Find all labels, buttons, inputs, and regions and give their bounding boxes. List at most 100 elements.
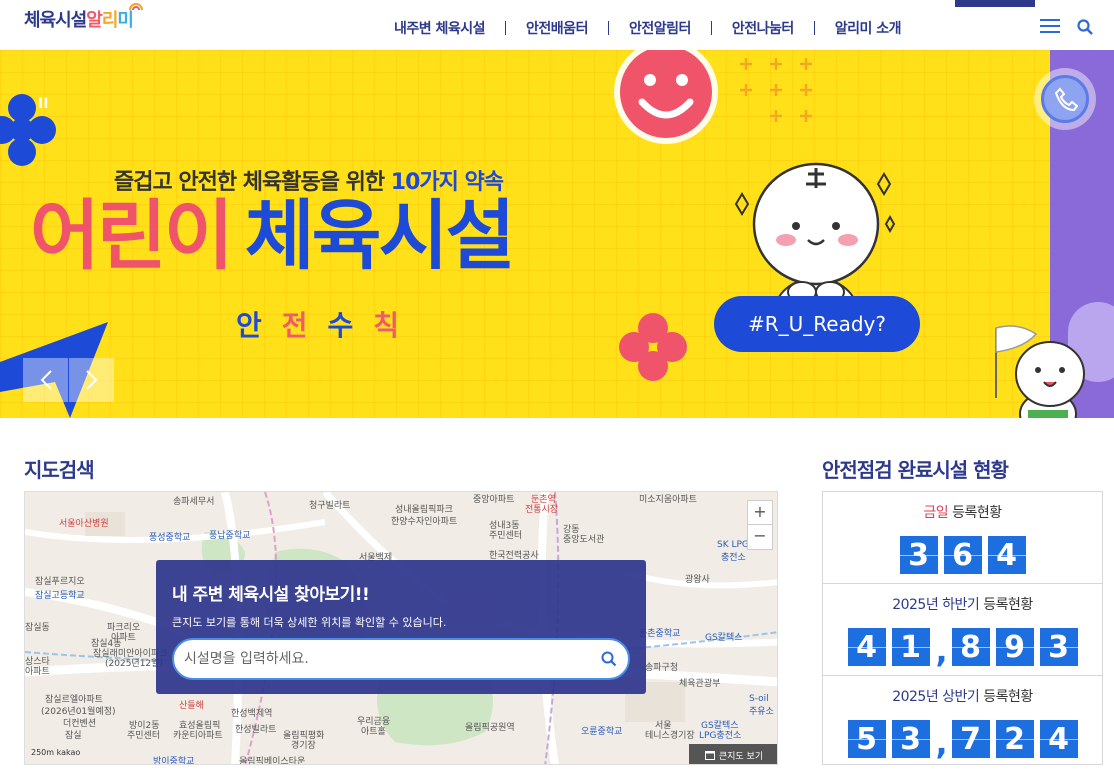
nav-item-about-alimi[interactable]: 알리미 소개: [821, 18, 915, 38]
map-search-title: 지도검색: [24, 458, 95, 482]
nav-item-safety-sharing[interactable]: 안전나눔터: [718, 18, 808, 38]
map-place-label: 전통시장: [525, 505, 559, 515]
stat-label-highlight: 금일: [923, 505, 949, 521]
map-place-label: 테니스경기장: [645, 731, 695, 741]
map-place-label: 한성백제역: [231, 709, 273, 719]
map-place-label: 잠실동: [25, 623, 50, 633]
nav-divider: [505, 21, 507, 35]
map-place-label: 올림픽베이스타운: [239, 757, 306, 765]
map-place-label: 서울아산병원: [59, 519, 109, 529]
stat-label: 2025년 상반기 등록현황: [823, 686, 1102, 706]
stat-digit: 1: [891, 628, 930, 666]
map-place-label: 주민센터: [489, 531, 523, 541]
map-provider-logo: kakao: [56, 748, 81, 757]
stat-label: 금일 등록현황: [823, 502, 1102, 522]
zoom-in-button[interactable]: +: [748, 501, 772, 525]
stat-digit: 4: [987, 536, 1026, 574]
logo-main-text: 체육시설: [24, 10, 87, 31]
map-scale-value: 250m: [31, 748, 55, 757]
nav-divider: [710, 21, 712, 35]
nav-divider: [813, 21, 815, 35]
nav-item-safety-notice[interactable]: 안전알림터: [615, 18, 705, 38]
nav-divider: [607, 21, 609, 35]
map-zoom-control: + −: [747, 500, 773, 550]
slide-prev-button[interactable]: [23, 358, 68, 402]
stat-digit: 3: [1039, 628, 1078, 666]
map-place-label: 아트홀: [361, 727, 386, 737]
ready-hashtag-pill: #R_U_Ready?: [714, 296, 920, 352]
site-header: 체육시설알리미 내주변 체육시설 안전배움터 안전알림터 안전나눔터 알리미 소…: [0, 0, 1114, 50]
hamburger-icon[interactable]: [1040, 19, 1060, 35]
stat-label-highlight: 2025년 하반기: [892, 597, 980, 613]
search-panel-description: 큰지도 보기를 통해 더욱 상세한 위치를 확인할 수 있습니다.: [172, 616, 447, 629]
stat-digit: 6: [943, 536, 982, 574]
stat-label-rest: 등록현황: [948, 505, 1002, 521]
tiger-flag-mascot-illustration: [995, 325, 1085, 418]
logo-char: 알: [86, 10, 103, 31]
main-nav: 내주변 체육시설 안전배움터 안전알림터 안전나눔터 알리미 소개: [380, 18, 915, 38]
map-place-label: 중앙도서관: [563, 535, 605, 545]
search-icon[interactable]: [1076, 18, 1094, 36]
logo-char: 리: [101, 10, 119, 31]
stat-comma: ,: [935, 632, 948, 670]
clover-icon: [619, 313, 687, 381]
map-place-label: 주유소: [749, 707, 774, 717]
stat-label-highlight: 2025년 상반기: [892, 689, 980, 705]
banner-title: 어린이 체육시설: [30, 198, 515, 274]
slide-next-button[interactable]: [69, 358, 114, 402]
chevron-right-icon: [85, 370, 97, 390]
map-place-label: 송파구청: [645, 663, 679, 673]
nav-item-safety-learning[interactable]: 안전배움터: [512, 18, 602, 38]
stat-digit: 8: [951, 628, 990, 666]
stat-digit: 2: [995, 720, 1034, 758]
banner-rules-text: 안전수칙: [236, 304, 419, 344]
logo-char: 미: [117, 10, 134, 31]
map-place-label: 잠실푸르지오: [35, 577, 85, 587]
map-place-label: 오륜중학교: [581, 727, 623, 737]
map-place-label: (2025년12월): [105, 659, 163, 669]
call-button[interactable]: [1034, 68, 1096, 130]
map-place-label: 한성빌라트: [235, 725, 277, 735]
map-place-label: 풍납중학교: [209, 531, 251, 541]
view-large-map-button[interactable]: 큰지도 보기: [689, 744, 777, 764]
map-place-label: 충전소: [721, 553, 746, 563]
rules-char: 수: [327, 309, 374, 342]
title-part-children: 어린이: [30, 191, 234, 280]
site-logo[interactable]: 체육시설알리미: [24, 6, 134, 32]
search-panel-title: 내 주변 체육시설 찾아보기!!: [172, 585, 370, 605]
map-place-label: SK LPG: [717, 540, 749, 550]
rules-char: 안: [236, 309, 282, 342]
map-place-label: 경기장: [291, 741, 316, 751]
map-place-label: GS칼텍스: [705, 633, 743, 643]
map-place-label: 아파트: [25, 667, 50, 677]
search-icon[interactable]: [600, 650, 618, 668]
map-place-label: LPG충전소: [699, 731, 742, 741]
plus-pattern: [740, 58, 812, 122]
rules-char: 칙: [373, 309, 420, 342]
map-place-label: 잠실: [65, 731, 82, 741]
map-place-label: 주민센터: [127, 731, 161, 741]
stat-digit: 3: [891, 720, 930, 758]
stat-row-second-half: 2025년 하반기 등록현황 41,893: [823, 584, 1102, 676]
zoom-out-button[interactable]: −: [748, 525, 772, 549]
stat-comma: ,: [935, 724, 948, 762]
stat-digit: 7: [951, 720, 990, 758]
logo-alimi-text: 알리미: [86, 10, 134, 31]
map-place-label: 체육관광부: [679, 679, 721, 689]
nav-item-nearby-facilities[interactable]: 내주변 체육시설: [380, 18, 499, 38]
chevron-left-icon: [40, 370, 52, 390]
map-place-label: 중앙아파트: [473, 495, 515, 505]
map-place-label: 잠실고등학교: [35, 591, 85, 601]
map-place-label: 광왕사: [685, 575, 710, 585]
stat-digits: 53,724: [823, 720, 1102, 762]
view-large-map-label: 큰지도 보기: [718, 751, 764, 762]
stat-label-rest: 등록현황: [979, 597, 1033, 613]
facility-search-input[interactable]: [172, 638, 630, 680]
pause-button[interactable]: II: [38, 96, 48, 112]
stat-digits: 41,893: [823, 628, 1102, 670]
map-place-label: 송파세무서: [173, 497, 215, 507]
stat-digit: 9: [995, 628, 1034, 666]
stat-digits: 364: [823, 536, 1102, 574]
rules-char: 전: [281, 309, 328, 342]
stat-digit: 5: [847, 720, 886, 758]
